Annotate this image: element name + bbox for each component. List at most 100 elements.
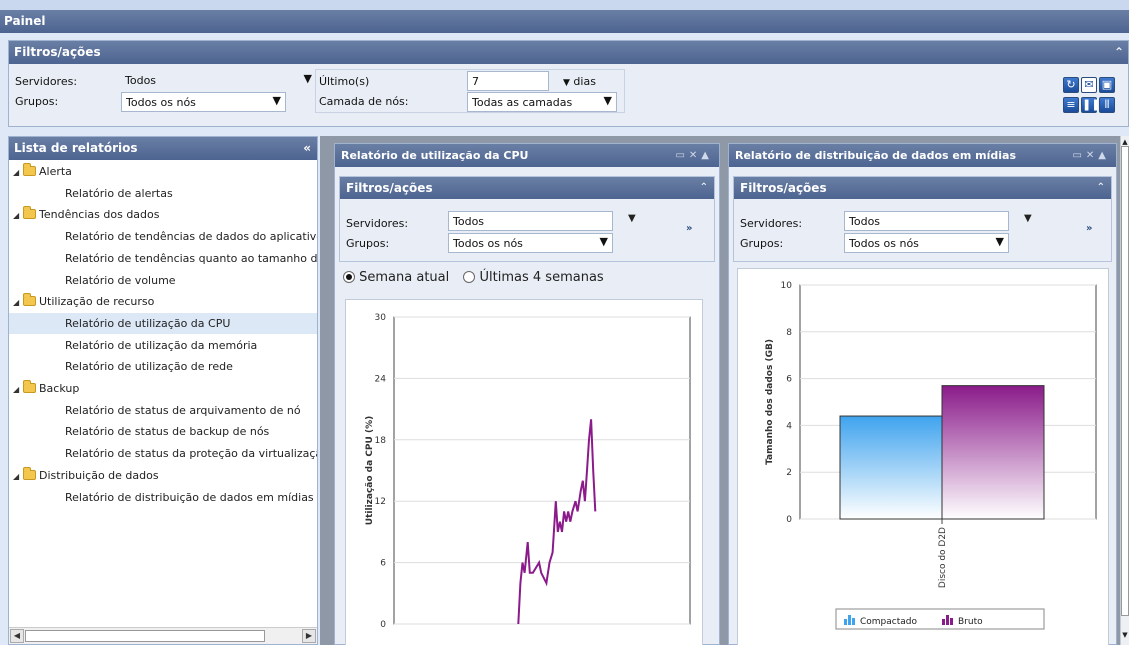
y-axis-label: Tamanho dos dados (GB) bbox=[765, 339, 775, 465]
tree-report-item[interactable]: Relatório de volume bbox=[9, 270, 317, 291]
media-distribution-header: Relatório de distribuição de dados em mí… bbox=[729, 144, 1116, 167]
tree-report-label: Relatório de tendências de dados do apli… bbox=[65, 230, 317, 244]
tree-folder-label: Alerta bbox=[39, 165, 72, 178]
servers-select[interactable]: Todos ▼ bbox=[121, 71, 316, 91]
dist-filter-title: Filtros/ações bbox=[740, 181, 827, 195]
y-tick-label: 6 bbox=[786, 375, 792, 385]
chevron-down-icon[interactable]: ▼ bbox=[1024, 213, 1032, 224]
dist-filter-header[interactable]: Filtros/ações ⌃ bbox=[734, 177, 1111, 199]
tree-report-label: Relatório de alertas bbox=[65, 186, 173, 200]
plot-area bbox=[393, 316, 691, 625]
expand-triangle-icon[interactable]: ◢ bbox=[13, 466, 23, 486]
y-tick-label: 10 bbox=[781, 281, 793, 291]
horizontal-scrollbar[interactable]: ◀ ▶ bbox=[9, 627, 317, 644]
tree-report-item[interactable]: Relatório de utilização da memória bbox=[9, 335, 317, 356]
tree-folder[interactable]: ◢ Utilização de recurso bbox=[9, 291, 317, 312]
tree-report-label: Relatório de status de arquivamento de n… bbox=[65, 403, 301, 417]
collapse-left-icon[interactable]: « bbox=[303, 137, 311, 160]
layout-three-columns-icon[interactable]: ⦀ bbox=[1099, 97, 1115, 113]
tree-report-item[interactable]: Relatório de alertas bbox=[9, 183, 317, 204]
dist-servers-select[interactable]: Todos bbox=[844, 211, 1009, 231]
chevron-down-icon[interactable]: ▼ bbox=[628, 213, 636, 224]
expand-triangle-icon[interactable]: ◢ bbox=[13, 205, 23, 225]
scroll-thumb[interactable] bbox=[25, 630, 265, 642]
layout-two-columns-icon[interactable]: ❚❚ bbox=[1081, 97, 1100, 113]
expand-right-icon[interactable]: » bbox=[1086, 223, 1092, 234]
last-days-input[interactable]: 7 bbox=[467, 71, 549, 91]
scroll-up-icon[interactable]: ▲ bbox=[1121, 138, 1129, 146]
cpu-servers-select[interactable]: Todos bbox=[448, 211, 613, 231]
cpu-report-window: Relatório de utilização da CPU ▭✕▲ Filtr… bbox=[334, 143, 720, 645]
dist-groups-select[interactable]: Todos os nós ▼ bbox=[844, 233, 1009, 253]
tree-folder[interactable]: ◢ Distribuição de dados bbox=[9, 465, 317, 486]
top-strip bbox=[0, 0, 1129, 10]
maximize-icon[interactable]: ▭ bbox=[1072, 150, 1085, 161]
bar-bruto bbox=[941, 385, 1045, 520]
cpu-groups-select[interactable]: Todos os nós ▼ bbox=[448, 233, 613, 253]
close-icon[interactable]: ✕ bbox=[1086, 150, 1098, 161]
cpu-filter-header[interactable]: Filtros/ações ⌃ bbox=[340, 177, 714, 199]
scroll-down-icon[interactable]: ▼ bbox=[1121, 631, 1129, 639]
collapse-icon[interactable]: ⌃ bbox=[700, 177, 708, 199]
y-tick-label: 6 bbox=[380, 559, 386, 569]
collapse-icon[interactable]: ⌃ bbox=[1097, 177, 1105, 199]
cpu-filter-title: Filtros/ações bbox=[346, 181, 433, 195]
tree-report-item[interactable]: Relatório de utilização de rede bbox=[9, 356, 317, 377]
tree-report-item[interactable]: Relatório de tendências quanto ao tamanh… bbox=[9, 248, 317, 269]
y-axis-label: Utilização da CPU (%) bbox=[365, 416, 375, 525]
tree-folder-label: Backup bbox=[39, 382, 80, 395]
period-radio-group: Semana atual Últimas 4 semanas bbox=[343, 270, 604, 285]
chart-legend: Compactado Bruto bbox=[835, 608, 1045, 630]
global-filters-title: Filtros/ações bbox=[14, 45, 101, 59]
tier-value: Todas as camadas bbox=[472, 96, 573, 109]
days-unit-select[interactable]: ▼ dias bbox=[563, 75, 596, 88]
tree-folder[interactable]: ◢ Backup bbox=[9, 378, 317, 399]
tree-report-item[interactable]: Relatório de utilização da CPU bbox=[9, 312, 317, 334]
legend-label: Bruto bbox=[958, 617, 983, 627]
export-icon[interactable]: ▣ bbox=[1099, 77, 1115, 93]
tree-report-label: Relatório de utilização da CPU bbox=[65, 316, 231, 330]
tree-folder-label: Distribuição de dados bbox=[39, 468, 159, 482]
last-days-value: 7 bbox=[472, 75, 479, 88]
tree-report-item[interactable]: Relatório de tendências de dados do apli… bbox=[9, 226, 317, 247]
expand-right-icon[interactable]: » bbox=[686, 223, 692, 234]
radio-current-week-label: Semana atual bbox=[359, 270, 450, 285]
tree-folder[interactable]: ◢ Alerta bbox=[9, 161, 317, 182]
expand-triangle-icon[interactable]: ◢ bbox=[13, 292, 23, 312]
tree-report-label: Relatório de status da proteção da virtu… bbox=[65, 447, 317, 461]
expand-triangle-icon[interactable]: ◢ bbox=[13, 379, 23, 399]
content-vertical-scrollbar[interactable]: ▲ ▼ bbox=[1120, 136, 1129, 645]
collapse-icon[interactable]: ▲ bbox=[1098, 150, 1110, 161]
tree-report-item[interactable]: Relatório de status da proteção da virtu… bbox=[9, 443, 317, 464]
refresh-icon[interactable]: ↻ bbox=[1063, 77, 1079, 93]
tree-report-item[interactable]: Relatório de distribuição de dados em mí… bbox=[9, 487, 317, 508]
media-distribution-title: Relatório de distribuição de dados em mí… bbox=[735, 149, 1017, 162]
tree-report-item[interactable]: Relatório de status de arquivamento de n… bbox=[9, 400, 317, 421]
layout-one-column-icon[interactable]: ≡ bbox=[1063, 97, 1079, 113]
collapse-icon[interactable]: ▲ bbox=[701, 150, 713, 161]
media-distribution-chart-svg: 0 2 4 6 8 10 Tamanho dos dados (GB) Disco do D2… bbox=[765, 281, 1097, 630]
chevron-down-icon: ▼ bbox=[303, 72, 312, 85]
global-filters-header[interactable]: Filtros/ações ⌃ bbox=[9, 41, 1128, 64]
tree-folder[interactable]: ◢ Tendências dos dados bbox=[9, 204, 317, 225]
radio-current-week[interactable]: Semana atual bbox=[343, 270, 449, 285]
maximize-icon[interactable]: ▭ bbox=[675, 150, 688, 161]
cpu-chart-svg: 0 6 12 18 24 30 Utilização da CPU (%) bbox=[365, 313, 691, 630]
vertical-scroll-thumb[interactable] bbox=[1121, 146, 1129, 616]
dashboard-title-bar: Painel bbox=[0, 10, 1129, 33]
days-unit-label: dias bbox=[573, 75, 596, 88]
collapse-icon[interactable]: ⌃ bbox=[1114, 41, 1124, 64]
y-tick-label: 4 bbox=[786, 421, 792, 431]
scroll-right-icon[interactable]: ▶ bbox=[302, 629, 316, 643]
groups-select[interactable]: Todos os nós ▼ bbox=[121, 92, 286, 112]
email-icon[interactable]: ✉ bbox=[1081, 77, 1097, 93]
cpu-report-header: Relatório de utilização da CPU ▭✕▲ bbox=[335, 144, 719, 167]
legend-label: Compactado bbox=[860, 617, 917, 627]
radio-last-4-weeks[interactable]: Últimas 4 semanas bbox=[463, 270, 604, 285]
tier-select[interactable]: Todas as camadas ▼ bbox=[467, 92, 617, 112]
y-tick-label: 0 bbox=[786, 515, 792, 525]
scroll-left-icon[interactable]: ◀ bbox=[10, 629, 24, 643]
close-icon[interactable]: ✕ bbox=[689, 150, 701, 161]
tree-report-item[interactable]: Relatório de status de backup de nós bbox=[9, 421, 317, 442]
expand-triangle-icon[interactable]: ◢ bbox=[13, 162, 23, 182]
